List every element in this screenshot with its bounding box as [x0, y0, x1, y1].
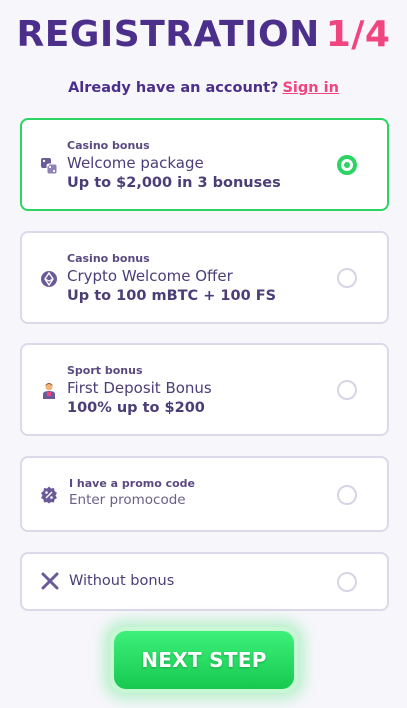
bonus-option-crypto-welcome-offer[interactable]: Casino bonus Crypto Welcome Offer Up to …: [20, 231, 389, 324]
registration-page: REGISTRATION 1/4 Already have an account?…: [0, 0, 407, 708]
radio-unselected[interactable]: [337, 268, 357, 288]
signin-prompt: Already have an account? Sign in: [0, 80, 407, 96]
close-icon: [41, 572, 59, 590]
option-category: Sport bonus: [67, 364, 143, 377]
radio-unselected[interactable]: [337, 485, 357, 505]
option-name: Welcome package: [67, 154, 204, 172]
page-title-text: REGISTRATION: [16, 14, 320, 55]
radio-unselected[interactable]: [337, 380, 357, 400]
promo-code-option[interactable]: I have a promo code: [20, 456, 389, 532]
next-step-button-frame: NEXT STEP: [110, 627, 298, 693]
option-category: Casino bonus: [67, 139, 150, 152]
without-bonus-label: Without bonus: [69, 573, 175, 589]
percent-badge-icon: [40, 486, 58, 504]
step-indicator: 1/4: [325, 14, 391, 55]
option-name: Crypto Welcome Offer: [67, 267, 233, 285]
sign-in-link[interactable]: Sign in: [282, 80, 338, 96]
bonus-option-first-deposit[interactable]: Sport bonus First Deposit Bonus 100% up …: [20, 343, 389, 436]
next-step-button[interactable]: NEXT STEP: [114, 631, 294, 689]
promo-code-input[interactable]: [69, 492, 319, 508]
bonus-option-welcome-package[interactable]: Casino bonus Welcome package Up to $2,00…: [20, 118, 389, 211]
athlete-icon: [40, 382, 58, 400]
option-detail: Up to 100 mBTC + 100 FS: [67, 288, 277, 304]
page-title: REGISTRATION 1/4: [0, 14, 407, 55]
radio-unselected[interactable]: [337, 572, 357, 592]
crypto-coin-icon: [40, 270, 58, 288]
dice-icon: [40, 157, 58, 175]
option-name: First Deposit Bonus: [67, 379, 212, 397]
option-detail: 100% up to $200: [67, 400, 205, 416]
option-detail: Up to $2,000 in 3 bonuses: [67, 175, 281, 191]
without-bonus-option[interactable]: Without bonus: [20, 552, 389, 611]
signin-prompt-text: Already have an account?: [68, 80, 279, 96]
radio-selected[interactable]: [337, 155, 357, 175]
promo-code-label: I have a promo code: [69, 477, 196, 490]
option-category: Casino bonus: [67, 252, 150, 265]
